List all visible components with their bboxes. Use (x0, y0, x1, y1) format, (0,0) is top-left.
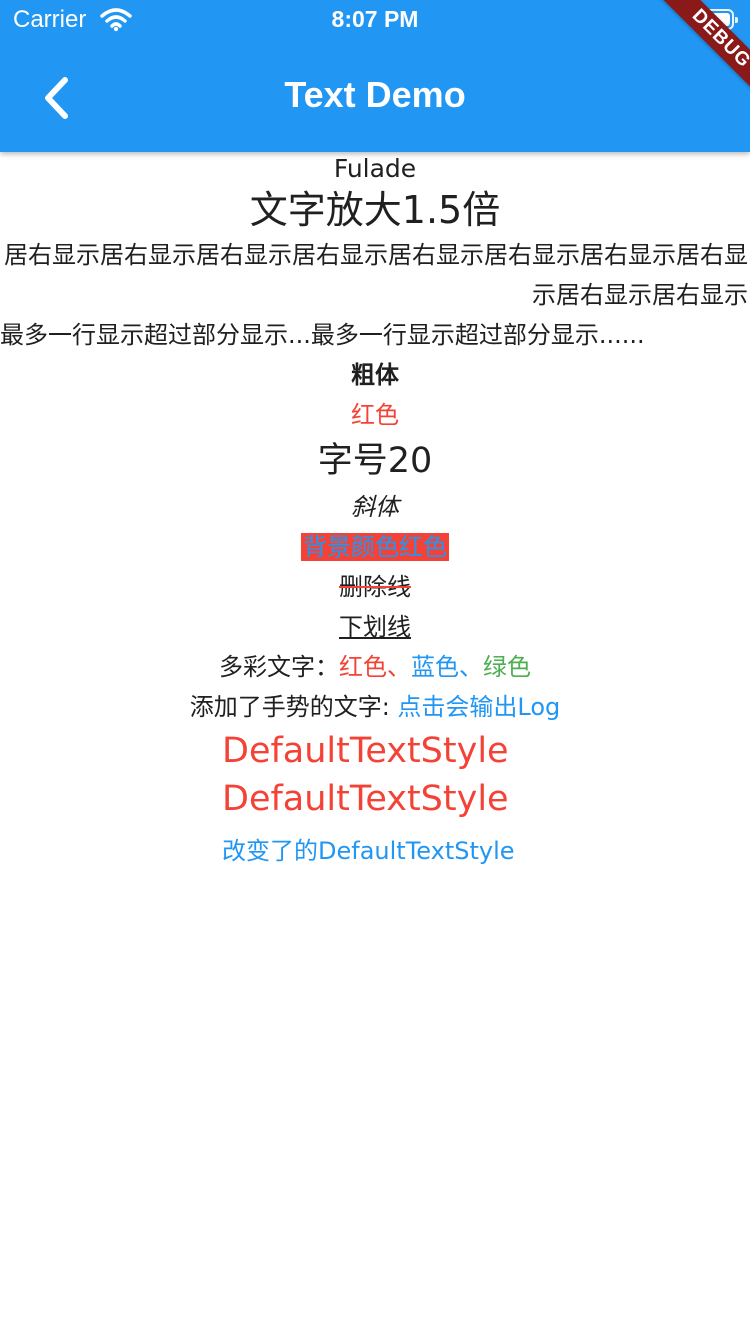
gesture-text-row: 添加了手势的文字: 点击会输出Log (0, 687, 750, 727)
app-bar: Carrier 8:07 PM Text Demo DEBUG (0, 0, 750, 152)
text-scaled-1-5: 文字放大1.5倍 (249, 188, 501, 232)
text-underline: 下划线 (339, 613, 411, 641)
status-time: 8:07 PM (331, 6, 419, 32)
status-bar: Carrier 8:07 PM (0, 0, 750, 40)
default-text-style-2: DefaultTextStyle (222, 779, 509, 819)
page-title: Text Demo (284, 74, 466, 115)
text-fulade: Fulade (333, 154, 417, 183)
text-red: 红色 (351, 401, 399, 429)
text-demo-content: Fulade 文字放大1.5倍 居右显示居右显示居右显示居右显示居右显示居右显示… (0, 152, 750, 877)
rich-text-row: 多彩文字：红色、蓝色、绿色 (0, 647, 750, 687)
gesture-text-prefix: 添加了手势的文字: (189, 693, 398, 721)
text-ellipsis-one-line: 最多一行显示超过部分显示...最多一行显示超过部分显示...... (0, 321, 645, 349)
default-text-style-1: DefaultTextStyle (222, 731, 509, 771)
default-text-style-changed: 改变了的DefaultTextStyle (222, 837, 515, 865)
text-italic: 斜体 (351, 493, 399, 521)
text-bold: 粗体 (351, 361, 399, 389)
rich-text-prefix: 多彩文字： (219, 653, 339, 681)
rich-text-blue: 蓝色、 (411, 653, 483, 681)
default-text-style-group: DefaultTextStyle DefaultTextStyle 改变了的De… (0, 727, 750, 877)
rich-text-green: 绿色 (483, 653, 531, 681)
text-background-red: 背景颜色红色 (301, 533, 449, 561)
rich-text-red: 红色、 (339, 653, 411, 681)
text-right-aligned: 居右显示居右显示居右显示居右显示居右显示居右显示居右显示居右显示居右显示居右显示 (4, 241, 748, 309)
gesture-text-link[interactable]: 点击会输出Log (397, 693, 560, 721)
text-font-size-20: 字号20 (317, 441, 433, 481)
text-strikethrough: 删除线 (339, 573, 411, 601)
text-background-red-row: 背景颜色红色 (0, 527, 750, 567)
